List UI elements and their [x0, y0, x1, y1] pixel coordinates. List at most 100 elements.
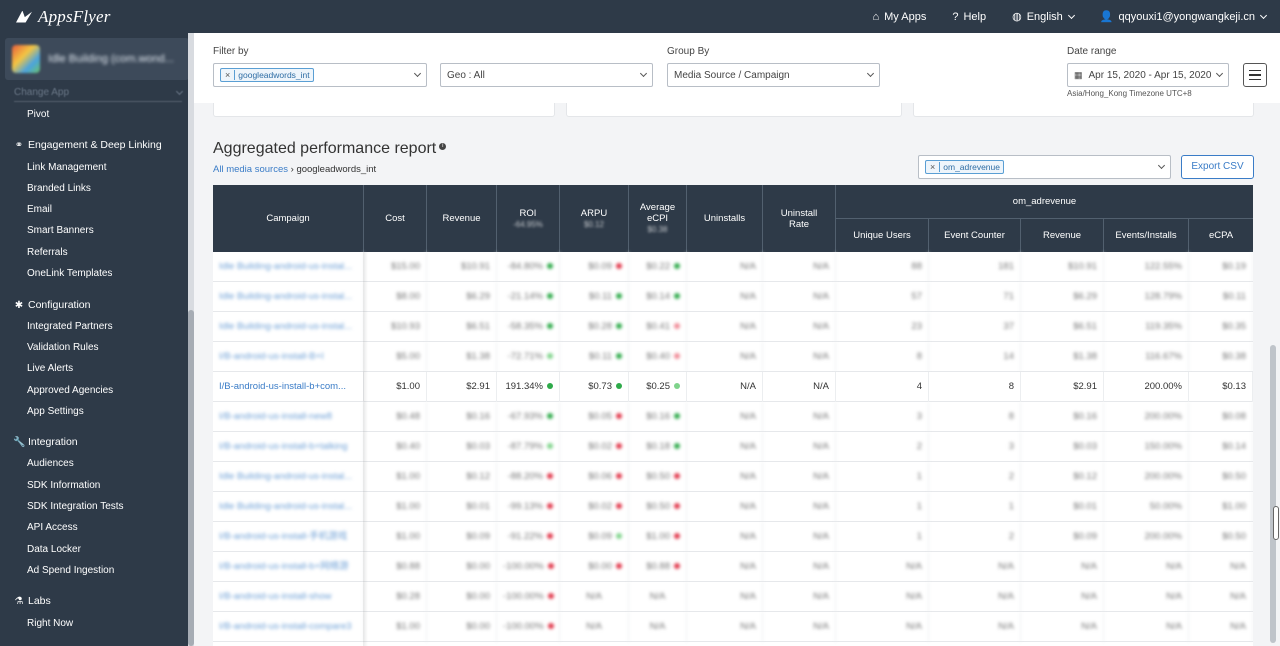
topnav-item-my-apps[interactable]: ⌂ My Apps [872, 11, 926, 23]
col-ecpa[interactable]: eCPA [1189, 219, 1253, 252]
cell-value: $0.00 [466, 591, 490, 602]
event-select[interactable]: × om_adrevenue [918, 155, 1171, 179]
date-range-picker[interactable]: ▦ Apr 15, 2020 - Apr 15, 2020 [1067, 63, 1229, 87]
col-roi[interactable]: ROI -64.95% [497, 185, 560, 252]
topnav-item-qqyouxi1-yongwangkeji-cn[interactable]: 👤 qqyouxi1@yongwangkeji.cn [1100, 10, 1268, 23]
cell-urate: N/A [763, 552, 836, 582]
cell-uninstalls: N/A [687, 282, 763, 312]
sidebar-section-engagement-deep-linking[interactable]: ⚭ Engagement & Deep Linking [0, 135, 188, 156]
link-icon: ⚭ [14, 140, 24, 152]
date-range-value: Apr 15, 2020 - Apr 15, 2020 [1088, 69, 1212, 81]
cell-urate: N/A [763, 312, 836, 342]
cell-value: $0.18 [646, 441, 670, 452]
sidebar-item-integrated-partners[interactable]: Integrated Partners [0, 316, 188, 337]
sidebar-item-smart-banners[interactable]: Smart Banners [0, 220, 188, 241]
cell-campaign[interactable]: I/B-android-us-install-compare3 [213, 612, 364, 642]
sidebar-item-validation-rules[interactable]: Validation Rules [0, 337, 188, 358]
cell-cost: $0.48 [364, 402, 427, 432]
cell-campaign[interactable]: Idle Building-android-us-instal... [213, 252, 364, 282]
group-by-select[interactable]: Media Source / Campaign [667, 63, 880, 87]
cell-ei: 122.55% [1104, 252, 1189, 282]
cell-campaign[interactable]: I/B-android-us-install-b+talking [213, 432, 364, 462]
sidebar-item-live-alerts[interactable]: Live Alerts [0, 358, 188, 379]
topnav-item-english[interactable]: ◍ English [1012, 10, 1075, 23]
app-selector[interactable]: Idle Building (com.wond... [5, 38, 189, 80]
appsflyer-logo[interactable]: AppsFlyer [0, 7, 188, 27]
cell-campaign[interactable]: Idle Building-android-us-instal... [213, 282, 364, 312]
cell-campaign[interactable]: Idle Building-android-us-instal... [213, 492, 364, 522]
filter-by-select[interactable]: × googleadwords_int [213, 63, 427, 87]
status-dot-icon [616, 443, 622, 450]
page-scrollbar-thumb[interactable] [1270, 345, 1276, 643]
cell-value: N/A [998, 561, 1014, 572]
cell-campaign[interactable]: I/B-android-us-install-B+I [213, 342, 364, 372]
breadcrumb-all-media-sources[interactable]: All media sources [213, 164, 288, 175]
topnav-item-help[interactable]: ? Help [952, 11, 986, 23]
sidebar-item-audiences[interactable]: Audiences [0, 453, 188, 474]
sidebar-item-approved-agencies[interactable]: Approved Agencies [0, 380, 188, 401]
change-app-dropdown[interactable]: Change App [14, 87, 184, 102]
sidebar-item-branded-links[interactable]: Branded Links [0, 178, 188, 199]
export-csv-button[interactable]: Export CSV [1181, 155, 1254, 179]
sidebar-item-onelink-templates[interactable]: OneLink Templates [0, 263, 188, 284]
cell-campaign[interactable]: I/B-android-us-install-b+com... [213, 372, 364, 402]
col-events-installs[interactable]: Events/Installs [1104, 219, 1189, 252]
col-average-ecpi[interactable]: Average eCPI $0.38 [629, 185, 687, 252]
cell-ecpi: $0.41 [629, 312, 687, 342]
col-arpu[interactable]: ARPU $0.12 [560, 185, 629, 252]
sidebar-item-ad-spend-ingestion[interactable]: Ad Spend Ingestion [0, 560, 188, 581]
cell-value: $2.91 [466, 381, 490, 392]
col-unique-users[interactable]: Unique Users [836, 219, 929, 252]
cell-value: $0.50 [1222, 471, 1246, 482]
sidebar-section-labs[interactable]: ⚗ Labs [0, 591, 188, 612]
cell-campaign[interactable]: I/B-android-us-install-show [213, 582, 364, 612]
cell-campaign[interactable]: Idle Building-android-us-instal... [213, 462, 364, 492]
topnav-label: Help [963, 10, 987, 23]
sidebar-item-link-management[interactable]: Link Management [0, 157, 188, 178]
cell-campaign[interactable]: Idle Building-android-us-instal... [213, 312, 364, 342]
cell-value: I/B-android-us-install-new8 [219, 411, 332, 422]
col-uninstalls[interactable]: Uninstalls [687, 185, 763, 252]
sidebar-item-data-locker[interactable]: Data Locker [0, 539, 188, 560]
cell-roi: -100.00% [497, 582, 560, 612]
col-event-revenue[interactable]: Revenue [1021, 219, 1104, 252]
col-event-counter[interactable]: Event Counter [929, 219, 1021, 252]
cell-campaign[interactable]: I/B-android-us-install-new8 [213, 402, 364, 432]
sidebar-item-api-access[interactable]: API Access [0, 517, 188, 538]
table-scroll-indicator[interactable] [1273, 506, 1279, 540]
cell-value: -87.79% [507, 441, 543, 452]
sidebar-item-sdk-integration-tests[interactable]: SDK Integration Tests [0, 496, 188, 517]
col-campaign[interactable]: Campaign [213, 185, 364, 252]
remove-tag-icon[interactable]: × [221, 70, 236, 80]
table-row: I/B-android-us-install-b+网络游 $0.88 $0.00 -1… [213, 552, 1253, 582]
sidebar-item-pivot[interactable]: Pivot [0, 104, 188, 125]
sidebar-item-right-now[interactable]: Right Now [0, 613, 188, 634]
sidebar-section-integration[interactable]: 🔧 Integration [0, 432, 188, 453]
cell-value: $1.00 [396, 501, 420, 512]
geo-select[interactable]: Geo : All [440, 63, 653, 87]
sidebar-item-sdk-information[interactable]: SDK Information [0, 475, 188, 496]
sidebar-item-referrals[interactable]: Referrals [0, 242, 188, 263]
col-uninstall-rate[interactable]: Uninstall Rate [763, 185, 836, 252]
sidebar-section-label: Labs [28, 595, 51, 608]
cell-campaign[interactable]: I/B-android-us-install-手机游戏 [213, 522, 364, 552]
sidebar-item-email[interactable]: Email [0, 199, 188, 220]
filter-tag: × googleadwords_int [220, 68, 314, 82]
remove-tag-icon[interactable]: × [926, 162, 941, 172]
sidebar-scrollbar-thumb[interactable] [188, 310, 194, 646]
cell-value: $0.16 [1073, 411, 1097, 422]
filter-settings-button[interactable] [1243, 63, 1267, 87]
sidebar-section-configuration[interactable]: ✱ Configuration [0, 294, 188, 315]
app-name: Idle Building (com.wond... [48, 53, 174, 65]
sidebar-scrollbar[interactable] [188, 33, 194, 646]
col-cost[interactable]: Cost [364, 185, 427, 252]
page-scrollbar[interactable] [1268, 103, 1280, 646]
cell-value: N/A [813, 621, 829, 632]
col-revenue[interactable]: Revenue [427, 185, 497, 252]
cell-roi: -100.00% [497, 612, 560, 642]
cell-campaign[interactable]: I/B-android-us-install-b+网络游 [213, 552, 364, 582]
status-dot-icon [674, 413, 680, 420]
sidebar-item-app-settings[interactable]: App Settings [0, 401, 188, 422]
info-icon[interactable]: i [439, 142, 447, 150]
